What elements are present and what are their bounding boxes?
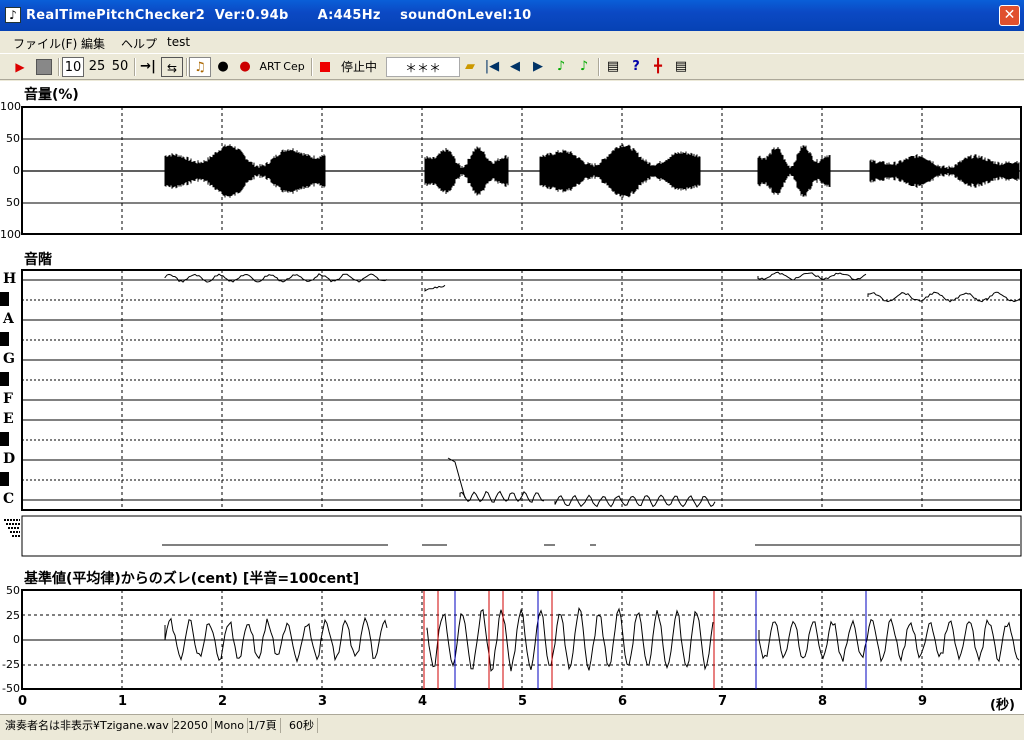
status-bar: 演奏者名は非表示¥Tzigane.wav 22050 Mono 1/7頁 60秒: [0, 714, 1024, 737]
status-page: 1/7頁: [245, 718, 281, 733]
pitch-trace: [459, 490, 545, 503]
pitch-trace: [424, 284, 446, 292]
waveform: [21, 144, 1021, 198]
pitch-trace: [757, 271, 867, 281]
pitch-trace: [447, 457, 466, 499]
pitch-trace: [554, 494, 716, 508]
status-rate: 22050: [170, 718, 212, 733]
pitch-trace: [164, 273, 388, 283]
plot-surface: [4, 106, 1022, 690]
status-file: 演奏者名は非表示¥Tzigane.wav: [2, 718, 173, 733]
status-length: 60秒: [286, 718, 318, 733]
note-strip-frame: [21, 515, 1022, 557]
status-channels: Mono: [211, 718, 248, 733]
